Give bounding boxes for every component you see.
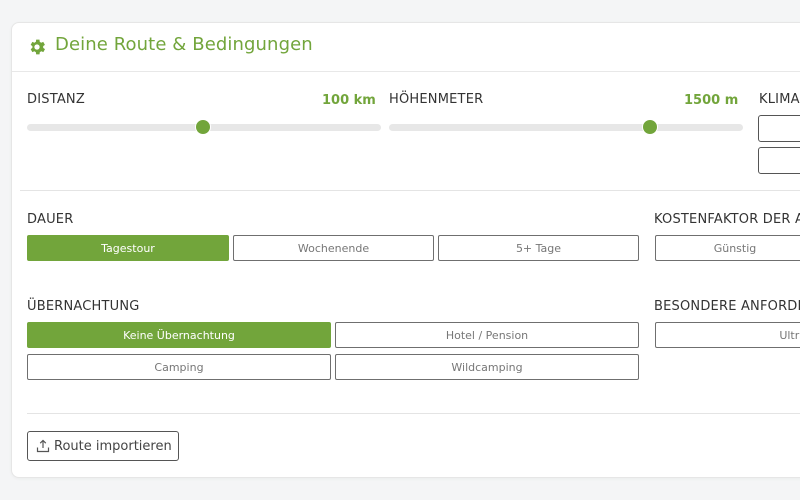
duration-label: DAUER [27,212,74,227]
overnight-label: ÜBERNACHTUNG [27,299,140,314]
route-conditions-card: Deine Route & Bedingungen DISTANZ 100 km… [11,22,800,478]
special-requirements-label: BESONDERE ANFORDE [654,299,800,314]
distance-label: DISTANZ [27,92,85,107]
overnight-option-keine[interactable]: Keine Übernachtung [27,322,331,348]
climate-input-1[interactable] [758,115,800,142]
duration-option-5-tage[interactable]: 5+ Tage [438,235,639,261]
page-title: Deine Route & Bedingungen [55,34,313,55]
distance-value: 100 km [322,93,376,108]
duration-option-tagestour[interactable]: Tagestour [27,235,229,261]
distance-slider-thumb[interactable] [195,119,211,135]
footer-divider [27,413,800,414]
overnight-option-hotel[interactable]: Hotel / Pension [335,322,639,348]
elevation-value: 1500 m [684,93,739,108]
cost-label: KOSTENFAKTOR DER A [654,212,800,227]
upload-icon [36,439,50,453]
elevation-slider-track[interactable] [389,124,743,131]
overnight-option-camping[interactable]: Camping [27,354,331,380]
elevation-label: HÖHENMETER [389,92,484,107]
overnight-option-wildcamping[interactable]: Wildcamping [335,354,639,380]
special-option-ultra[interactable]: Ultra [655,322,800,348]
section-divider [20,190,800,191]
import-route-label: Route importieren [54,438,172,454]
climate-label: KLIMA [759,92,800,107]
elevation-slider-thumb[interactable] [642,119,658,135]
duration-option-wochenende[interactable]: Wochenende [233,235,434,261]
import-route-button[interactable]: Route importieren [27,431,179,461]
card-header: Deine Route & Bedingungen [12,23,800,72]
climate-input-2[interactable] [758,147,800,174]
cost-option-guenstig[interactable]: Günstig [655,235,800,261]
gear-icon [30,39,45,55]
